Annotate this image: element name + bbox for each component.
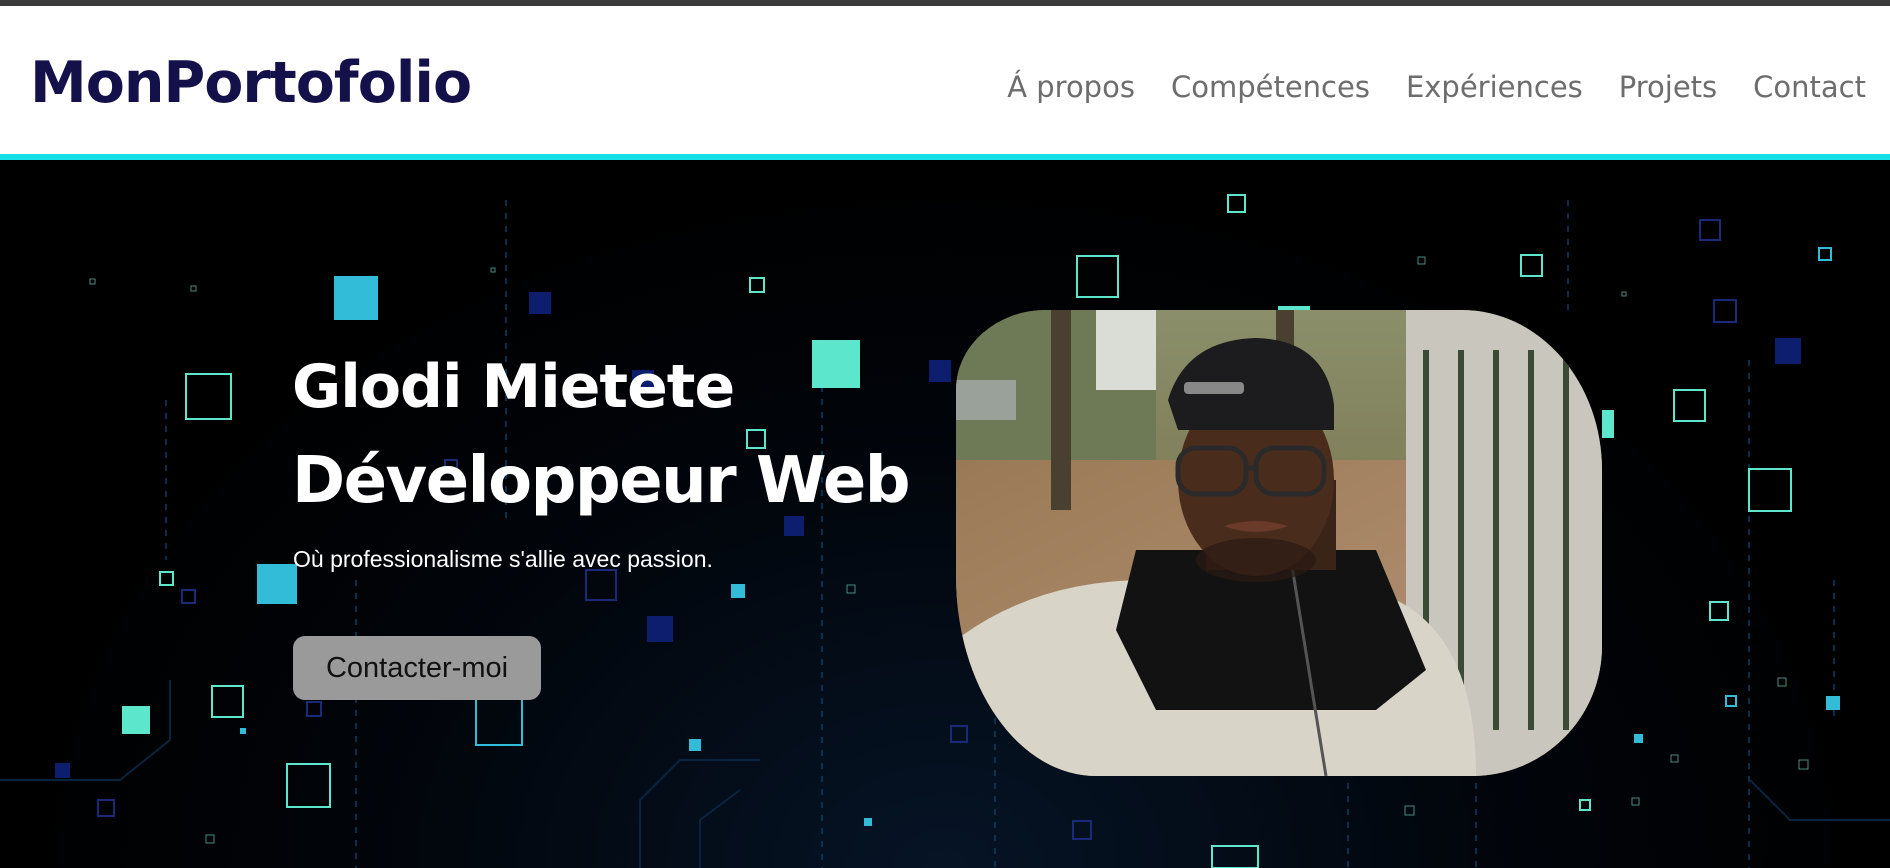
main-nav: Á propos Compétences Expériences Projets… xyxy=(1007,70,1866,104)
nav-link-about[interactable]: Á propos xyxy=(1007,70,1135,104)
hero-name: Glodi Mietete xyxy=(292,352,735,422)
profile-photo-illustration xyxy=(956,310,1602,776)
nav-link-projects[interactable]: Projets xyxy=(1619,70,1717,104)
nav-link-experiences[interactable]: Expériences xyxy=(1406,70,1583,104)
hero-tagline: Où professionalisme s'allie avec passion… xyxy=(293,546,713,572)
hero-section: Glodi Mietete Développeur Web Où profess… xyxy=(0,160,1890,868)
site-header: MonPortofolio Á propos Compétences Expér… xyxy=(0,6,1890,154)
nav-link-contact[interactable]: Contact xyxy=(1753,70,1866,104)
site-logo[interactable]: MonPortofolio xyxy=(30,50,472,116)
contact-me-button[interactable]: Contacter-moi xyxy=(293,636,541,700)
nav-link-skills[interactable]: Compétences xyxy=(1171,70,1370,104)
tech-squares-background xyxy=(0,194,1890,868)
profile-photo xyxy=(956,310,1602,776)
hero-role: Développeur Web xyxy=(292,444,911,518)
